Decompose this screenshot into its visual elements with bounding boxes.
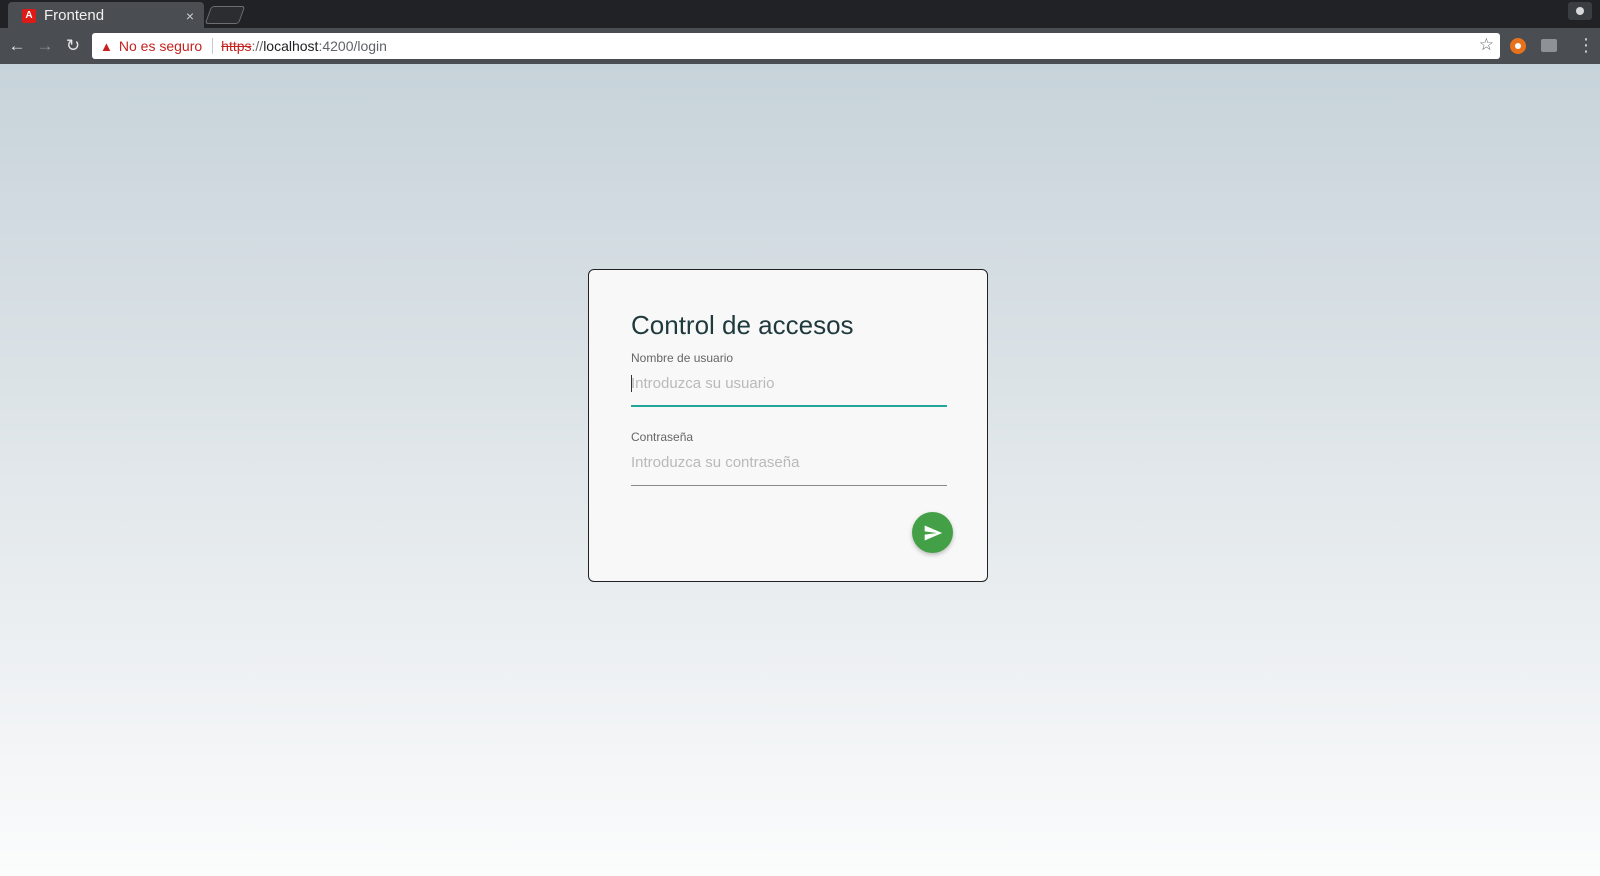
browser-toolbar: ← → ↻ ▲ No es seguro https :// localhost… (0, 28, 1600, 64)
tab-title: Frontend (44, 7, 105, 24)
profile-icon[interactable] (1568, 2, 1592, 20)
reload-icon[interactable]: ↻ (62, 35, 84, 57)
send-icon (924, 525, 942, 540)
extension-icon[interactable] (1510, 38, 1526, 54)
url-path: :4200/login (318, 38, 387, 54)
angular-favicon-icon: A (22, 8, 36, 23)
browser-tabstrip: A Frontend × (0, 0, 1600, 29)
close-tab-icon[interactable]: × (186, 8, 194, 24)
username-input[interactable] (631, 368, 947, 398)
submit-button[interactable] (912, 512, 953, 553)
url-scheme-separator: :// (251, 38, 264, 54)
warning-icon: ▲ (100, 38, 113, 54)
password-underline (631, 485, 947, 486)
forward-arrow-icon[interactable]: → (34, 35, 56, 57)
security-status-label[interactable]: No es seguro (119, 38, 202, 54)
page-title: Control de accesos (631, 310, 854, 340)
browser-tab[interactable]: A Frontend × (8, 2, 204, 29)
new-tab-button[interactable] (204, 6, 246, 24)
extension-icon-secondary[interactable] (1541, 39, 1557, 52)
password-label: Contraseña (631, 430, 694, 444)
page-viewport: Control de accesos Nombre de usuario Con… (0, 64, 1600, 876)
url-scheme: https (221, 38, 252, 54)
address-divider (212, 38, 214, 54)
login-card: Control de accesos Nombre de usuario Con… (588, 269, 988, 582)
text-caret (631, 375, 632, 392)
username-underline (631, 405, 947, 407)
bookmark-star-icon[interactable]: ☆ (1479, 35, 1494, 55)
browser-menu-icon[interactable]: ⋮ (1577, 36, 1595, 54)
password-input[interactable] (631, 447, 947, 477)
url-host: localhost (263, 38, 319, 54)
address-bar[interactable]: ▲ No es seguro https :// localhost :4200… (92, 33, 1500, 59)
back-arrow-icon[interactable]: ← (6, 35, 28, 57)
username-label: Nombre de usuario (631, 351, 734, 365)
